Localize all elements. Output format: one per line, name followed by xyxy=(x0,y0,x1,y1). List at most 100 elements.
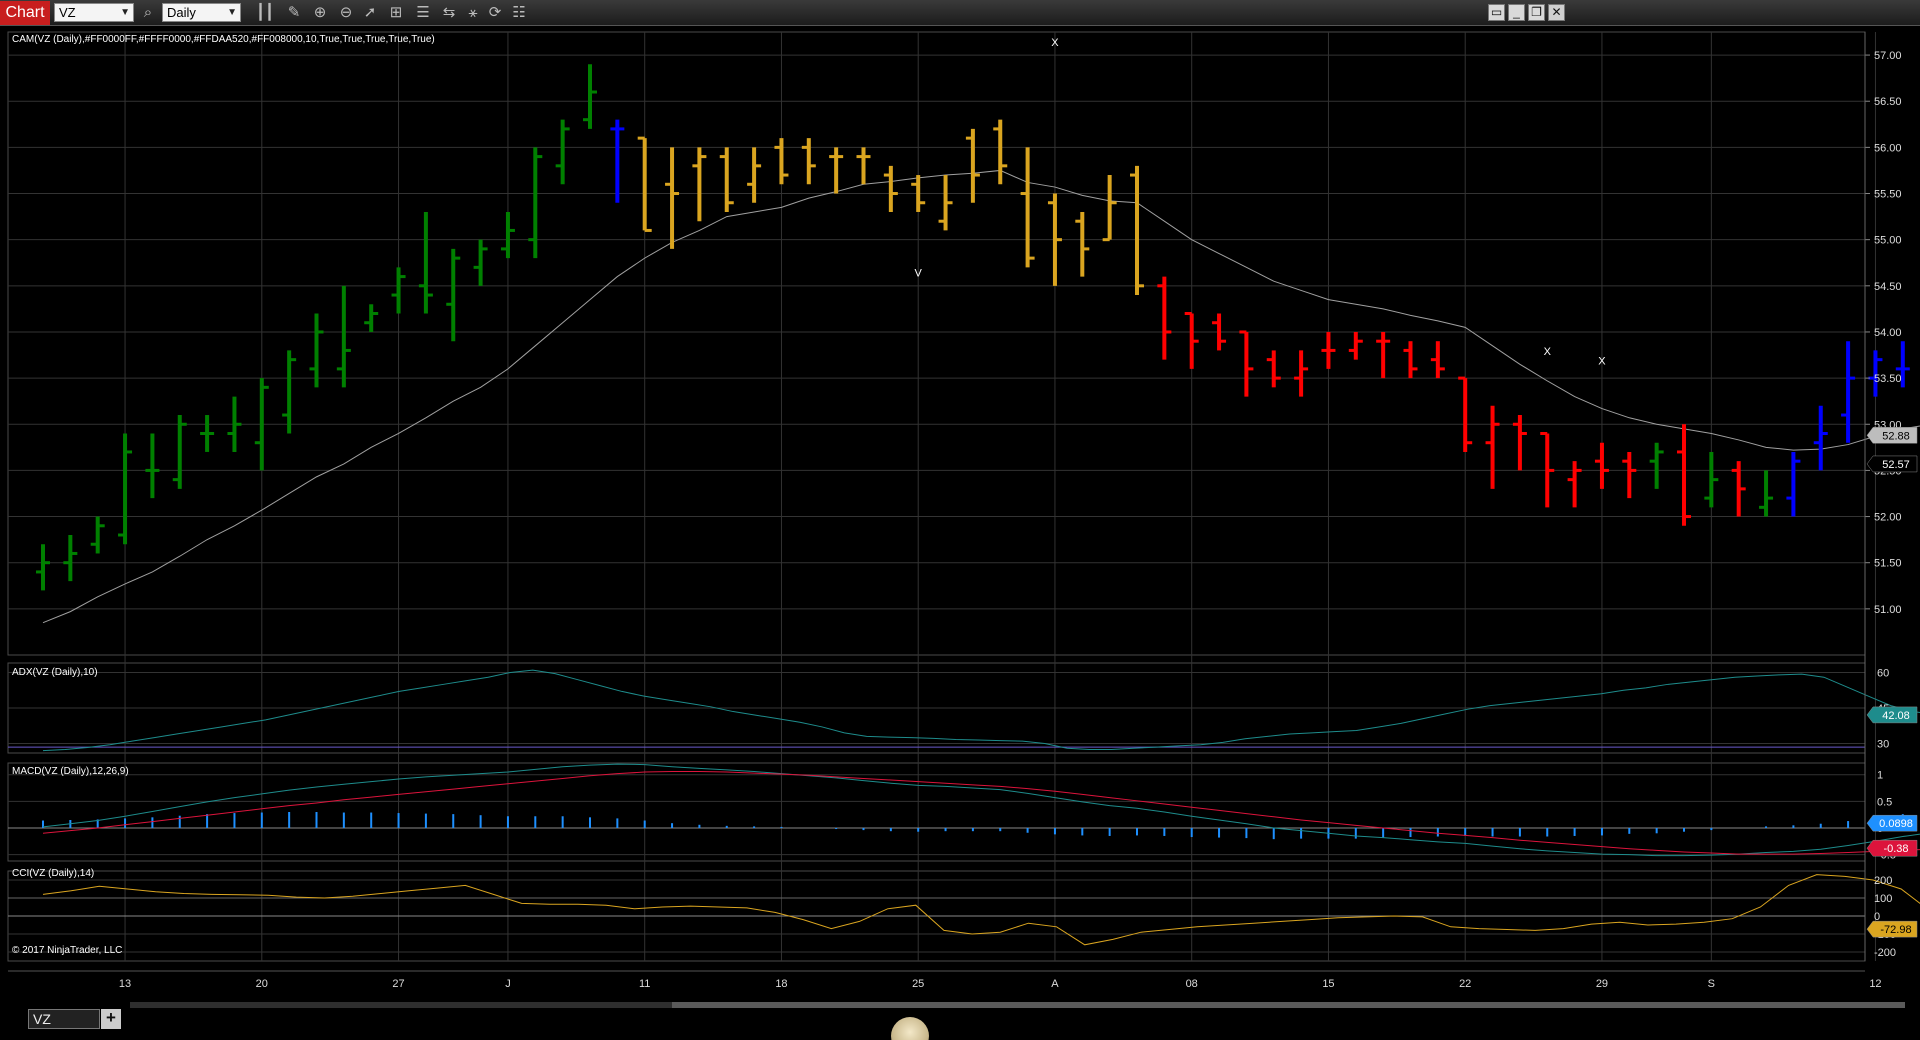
macd-indicator-label: MACD(VZ (Daily),12,26,9) xyxy=(12,766,129,777)
price-value-flag: 52.88 xyxy=(1866,427,1918,444)
ohlc-bar xyxy=(1403,341,1418,379)
instrument-value: VZ xyxy=(59,5,76,20)
price-tick-label: 53.50 xyxy=(1874,373,1902,385)
ohlc-bar xyxy=(637,136,652,232)
ohlc-bar xyxy=(938,175,953,231)
order-icon[interactable]: ⇆ xyxy=(438,3,460,23)
templates-icon[interactable]: ☰ xyxy=(412,3,434,23)
bottom-bar: VZ + xyxy=(0,1000,1920,1040)
ohlc-bar xyxy=(309,313,324,388)
price-tick-label: 55.50 xyxy=(1874,189,1902,201)
x-tick-label: S xyxy=(1708,978,1715,990)
ohlc-bar xyxy=(200,415,215,452)
ohlc-bar xyxy=(282,350,297,434)
pencil-icon[interactable]: ✎ xyxy=(283,3,305,23)
ohlc-bar xyxy=(583,64,597,129)
flag-value: 42.08 xyxy=(1882,710,1910,722)
x-tick-label: 25 xyxy=(912,978,924,990)
ohlc-bar xyxy=(336,285,351,388)
ohlc-bar xyxy=(1294,350,1309,397)
price-value-flag: 52.57 xyxy=(1866,455,1918,473)
flag-value: -0.38 xyxy=(1883,843,1908,855)
macd-panel-frame xyxy=(7,762,1866,862)
ohlc-bar xyxy=(774,138,789,185)
zoom-out-icon[interactable]: ⊖ xyxy=(335,3,357,23)
x-tick-label: J xyxy=(505,978,511,990)
bar-type-icon[interactable]: ┃┃ xyxy=(254,3,276,23)
price-tick-label: 52.00 xyxy=(1874,512,1902,524)
chart-area[interactable]: X V X X 13 20 27 J 11 18 25 A 08 15 22 29 S 12 57.00 56.50… xyxy=(0,27,1920,999)
x-tick-label: 20 xyxy=(256,978,268,990)
adx-tick-label: 60 xyxy=(1877,667,1889,679)
ohlc-bar xyxy=(1430,341,1445,379)
ohlc-bar xyxy=(1841,341,1856,443)
cci-indicator-label: CCI(VZ (Daily),14) xyxy=(12,868,94,879)
symbol-tab[interactable]: VZ xyxy=(28,1009,100,1029)
ohlc-bar xyxy=(1813,405,1828,471)
ohlc-bar xyxy=(1458,376,1473,452)
ohlc-bar xyxy=(118,433,133,545)
x-tick-label: 11 xyxy=(639,978,650,990)
ohlc-bar xyxy=(1266,350,1281,388)
window-tile-icon[interactable]: ▭ xyxy=(1488,4,1505,21)
chevron-down-icon: ▼ xyxy=(227,7,237,18)
ohlc-bar xyxy=(1157,276,1172,360)
ohlc-bar xyxy=(883,165,898,212)
ohlc-bar xyxy=(172,415,187,489)
ohlc-bar xyxy=(1376,331,1391,379)
signal-marker: X xyxy=(1544,346,1552,358)
ohlc-bar xyxy=(528,147,543,259)
horizontal-scrollbar-thumb[interactable] xyxy=(672,1002,1905,1008)
x-tick-label: 08 xyxy=(1186,978,1198,990)
ohlc-bar xyxy=(1786,451,1801,517)
flag-value: 0.0898 xyxy=(1879,818,1913,830)
maximize-icon[interactable]: ❐ xyxy=(1528,4,1545,21)
ohlc-bar xyxy=(1075,211,1090,277)
price-tick-label: 51.50 xyxy=(1874,558,1902,570)
drag-handle[interactable] xyxy=(891,1017,929,1040)
zoom-in-icon[interactable]: ⊕ xyxy=(309,3,331,23)
adx-line xyxy=(42,669,1920,752)
add-tab-button[interactable]: + xyxy=(101,1009,121,1029)
axes: 13 20 27 J 11 18 25 A 08 15 22 29 S 12 57.00 56.50 56.00… xyxy=(8,32,1918,990)
properties-icon[interactable]: ☷ xyxy=(508,3,530,23)
cam-indicator-label: CAM(VZ (Daily),#FF0000FF,#FFFF0000,#FFDA… xyxy=(12,34,435,45)
ohlc-bar xyxy=(965,128,980,203)
adx-tick-label: 30 xyxy=(1877,739,1889,751)
adx-indicator-label: ADX(VZ (Daily),10) xyxy=(12,667,98,678)
macd-value-flag: -0.38 xyxy=(1866,839,1918,857)
grid xyxy=(7,31,1876,962)
sma-polyline xyxy=(42,169,1920,624)
data-box-icon[interactable]: ⊞ xyxy=(385,3,407,23)
close-icon[interactable]: ✕ xyxy=(1548,4,1565,21)
pointer-icon[interactable]: ➚ xyxy=(359,3,381,23)
period-selector[interactable]: Daily ▼ xyxy=(162,3,241,22)
signal-marker: V xyxy=(915,268,923,280)
strategy-icon[interactable]: ⚹ xyxy=(462,3,484,23)
search-icon[interactable]: ⌕ xyxy=(137,3,159,23)
ohlc-bar xyxy=(856,147,871,185)
ohlc-bar xyxy=(473,239,488,286)
ohlc-bar xyxy=(1512,415,1527,471)
price-tick-label: 56.00 xyxy=(1874,142,1902,154)
ohlc-bar xyxy=(555,119,570,185)
x-tick-label: A xyxy=(1051,978,1059,990)
instrument-selector[interactable]: VZ ▼ xyxy=(54,3,134,22)
signal-marker: X xyxy=(1051,37,1059,49)
chart-tab[interactable]: Chart xyxy=(0,1,50,25)
chevron-down-icon: ▼ xyxy=(120,7,130,18)
ohlc-bar xyxy=(993,119,1008,185)
ohlc-bar xyxy=(1759,470,1774,517)
adx-value-flag: 42.08 xyxy=(1866,706,1918,724)
flag-value: 52.88 xyxy=(1882,430,1910,442)
price-tick-label: 54.00 xyxy=(1874,327,1902,339)
x-tick-label: 18 xyxy=(775,978,787,990)
minimize-icon[interactable]: _ xyxy=(1508,4,1525,21)
ohlc-bar xyxy=(145,433,160,499)
ohlc-bar xyxy=(665,147,680,249)
macd-value-flag: 0.0898 xyxy=(1866,814,1918,832)
refresh-icon[interactable]: ⟳ xyxy=(484,3,506,23)
ohlc-bar xyxy=(500,211,515,259)
ohlc-bar xyxy=(1239,330,1254,397)
signal-markers: X V X X xyxy=(915,37,1607,367)
